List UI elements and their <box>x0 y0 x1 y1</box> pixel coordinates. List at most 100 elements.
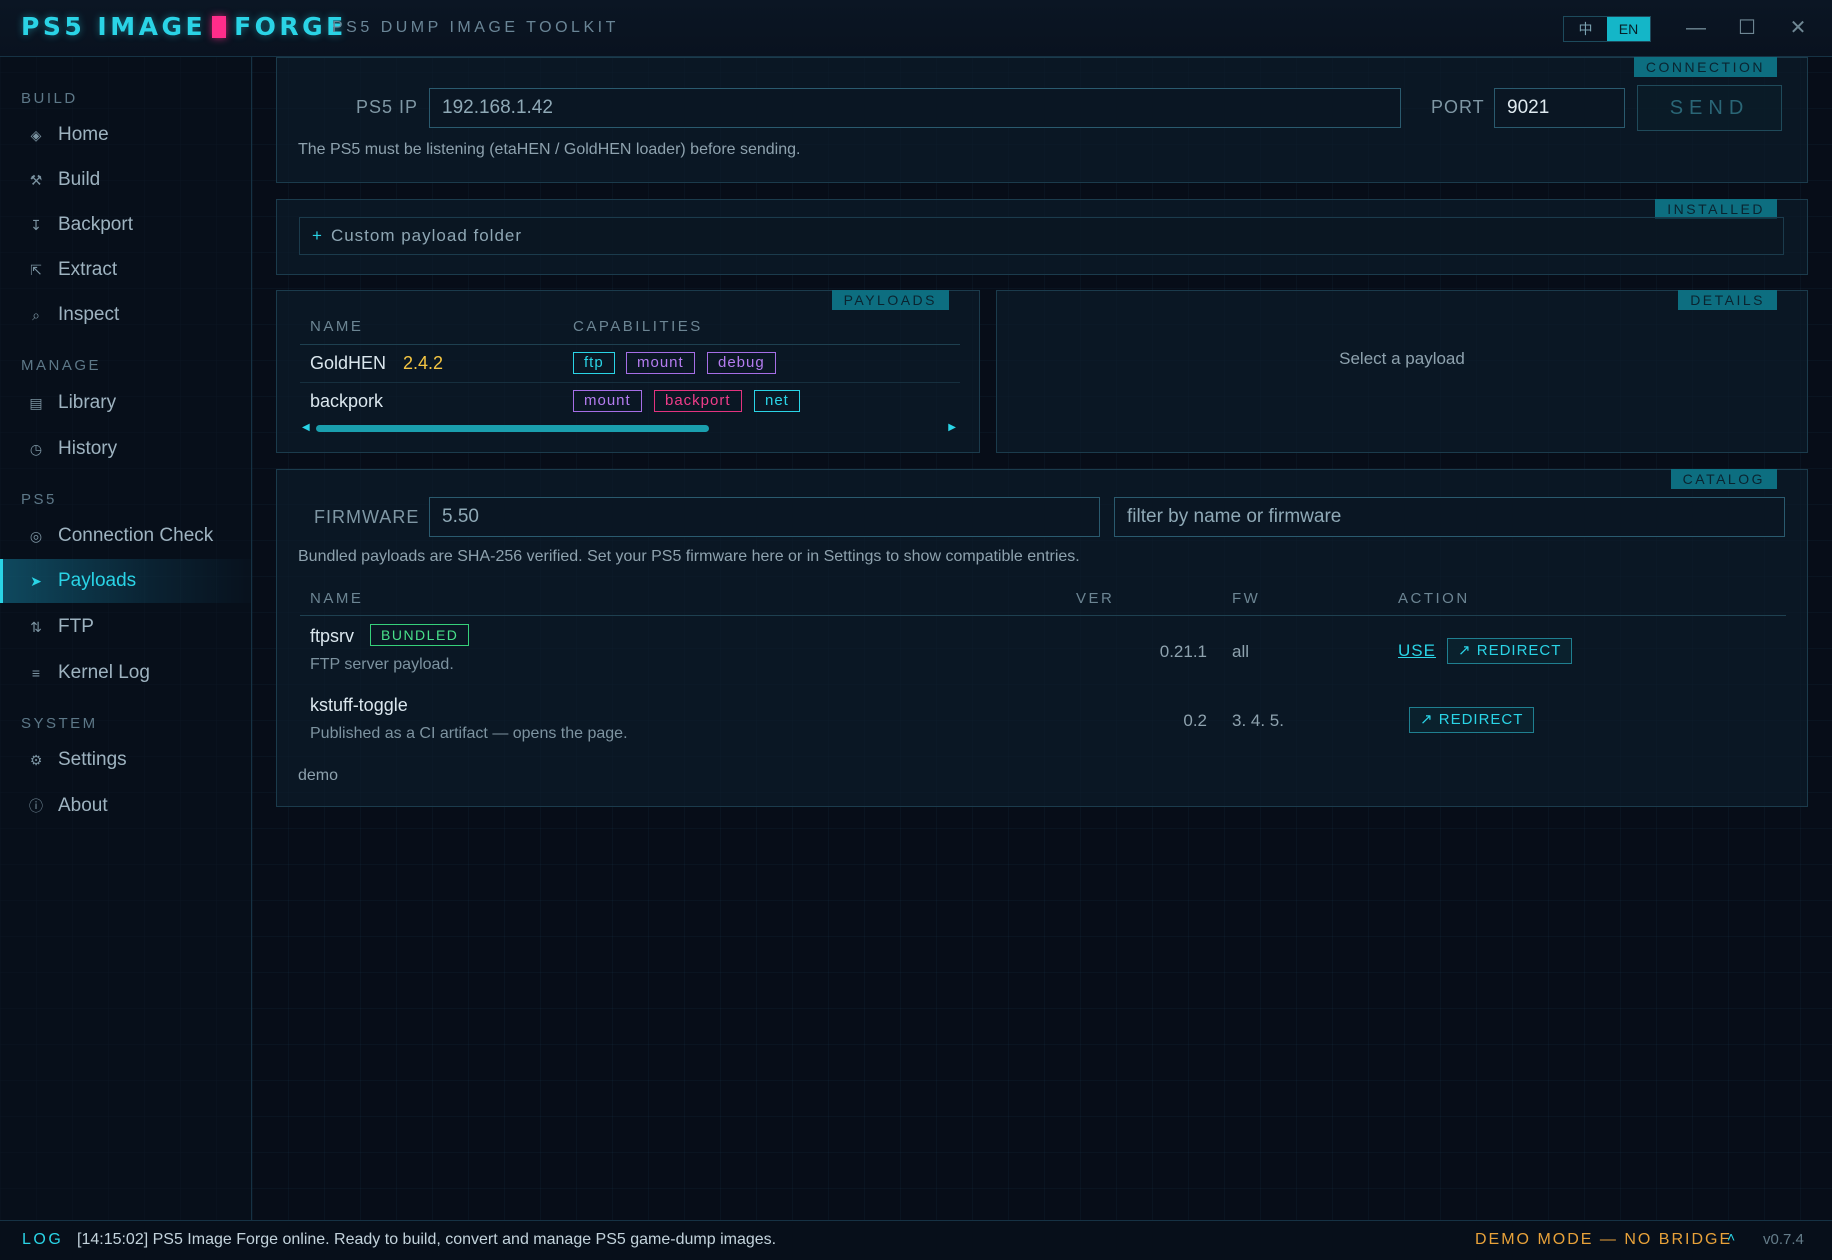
catalog-item-name: kstuff-toggle <box>310 695 408 715</box>
sidebar-item-label: About <box>58 795 108 816</box>
library-icon: ▤ <box>29 394 43 411</box>
sidebar-item-kernel-log[interactable]: ≡ Kernel Log <box>0 651 251 695</box>
ps5-ip-input[interactable]: 192.168.1.42 <box>429 88 1401 128</box>
payload-version: 2.4.2 <box>403 353 444 373</box>
sidebar-item-label: Extract <box>58 259 118 280</box>
ftp-icon: ⇅ <box>30 618 42 635</box>
expand-log-icon[interactable]: ˄ <box>1727 1229 1735 1245</box>
catalog-filter-input[interactable]: filter by name or firmware <box>1114 497 1785 537</box>
brand-text-right: FORGE <box>234 12 347 41</box>
history-icon: ◷ <box>29 440 43 457</box>
extract-icon: ⇱ <box>30 261 42 278</box>
catalog-col-ver: VER <box>1076 590 1115 607</box>
sidebar-item-build[interactable]: ⚒ Build <box>0 158 251 202</box>
inspect-icon: ⌕ <box>32 306 40 323</box>
sidebar-item-library[interactable]: ▤ Library <box>0 381 251 425</box>
capability-chip: mount <box>626 352 695 374</box>
redirect-button[interactable]: ↗ REDIRECT <box>1409 707 1535 733</box>
use-button[interactable]: USE <box>1398 641 1436 661</box>
catalog-col-name: NAME <box>310 590 364 607</box>
brand-text-left: PS5 IMAGE <box>21 12 207 41</box>
scroll-right-icon[interactable]: ▶ <box>948 422 956 433</box>
scroll-thumb[interactable] <box>316 425 709 432</box>
details-panel-tag: DETAILS <box>1678 290 1777 310</box>
language-toggle[interactable]: 中 EN <box>1563 16 1651 42</box>
connection-panel-tag: CONNECTION <box>1633 57 1777 77</box>
log-label: LOG <box>22 1231 64 1248</box>
home-icon: ◈ <box>30 126 42 143</box>
firmware-label: FIRMWARE <box>314 507 420 527</box>
minimize-icon[interactable]: — <box>1682 14 1710 42</box>
catalog-footer: demo <box>298 767 339 784</box>
redirect-button[interactable]: ↗ REDIRECT <box>1447 638 1573 664</box>
catalog-item-name: ftpsrv <box>310 626 355 646</box>
payloads-header-divider <box>300 344 960 345</box>
catalog-panel-tag: CATALOG <box>1670 469 1777 489</box>
sidebar-item-label: Build <box>58 169 101 190</box>
scroll-left-icon[interactable]: ◀ <box>302 422 310 433</box>
add-folder-label: Custom payload folder <box>330 226 523 245</box>
maximize-icon[interactable]: ☐ <box>1733 14 1761 42</box>
sidebar-item-home[interactable]: ◈ Home <box>0 113 251 157</box>
section-label-manage: MANAGE <box>21 357 102 374</box>
sidebar-item-settings[interactable]: ⚙ Settings <box>0 738 251 782</box>
plus-icon: + <box>312 226 323 245</box>
payload-name: backpork <box>310 391 384 411</box>
log-message: [14:15:02] PS5 Image Forge online. Ready… <box>77 1231 777 1248</box>
capability-chip: ftp <box>573 352 615 374</box>
sidebar-item-payloads[interactable]: ➤ Payloads <box>0 559 251 603</box>
installed-panel-tag: INSTALLED <box>1655 199 1777 219</box>
sidebar-item-inspect[interactable]: ⌕ Inspect <box>0 293 251 337</box>
lang-option-zh[interactable]: 中 <box>1564 17 1607 41</box>
capability-chip: net <box>754 390 800 412</box>
send-button[interactable]: SEND <box>1637 85 1782 131</box>
sidebar: BUILD ◈ Home ⚒ Build ↧ Backport ⇱ Extrac… <box>0 57 252 1220</box>
ps5-ip-label: PS5 IP <box>356 97 419 117</box>
row-divider <box>300 382 960 383</box>
sidebar-item-label: FTP <box>58 616 94 637</box>
settings-icon: ⚙ <box>29 751 43 768</box>
sidebar-item-backport[interactable]: ↧ Backport <box>0 203 251 247</box>
catalog-col-fw: FW <box>1232 590 1261 607</box>
sidebar-item-label: Connection Check <box>58 525 214 546</box>
capability-chip: debug <box>707 352 776 374</box>
sidebar-item-ftp[interactable]: ⇅ FTP <box>0 605 251 649</box>
bundled-badge: BUNDLED <box>370 624 470 646</box>
sidebar-item-label: Settings <box>58 749 127 770</box>
details-panel: DETAILS <box>996 290 1808 453</box>
close-icon[interactable]: ✕ <box>1784 14 1812 42</box>
sidebar-item-label: Backport <box>58 214 133 235</box>
section-label-system: SYSTEM <box>21 715 98 732</box>
status-bar: LOG [14:15:02] PS5 Image Forge online. R… <box>0 1220 1832 1260</box>
payloads-col-capabilities: CAPABILITIES <box>573 318 703 335</box>
payloads-panel-tag: PAYLOADS <box>831 290 949 310</box>
connection-hint: The PS5 must be listening (etaHEN / Gold… <box>298 141 801 158</box>
port-input[interactable]: 9021 <box>1494 88 1625 128</box>
sidebar-item-history[interactable]: ◷ History <box>0 427 251 471</box>
capability-chip: backport <box>654 390 742 412</box>
sidebar-item-connection-check[interactable]: ◎ Connection Check <box>0 514 251 558</box>
catalog-item-ver: 0.2 <box>1183 711 1207 730</box>
kernel-log-icon: ≡ <box>31 665 41 681</box>
catalog-hint: Bundled payloads are SHA-256 verified. S… <box>298 548 1080 565</box>
payload-name: GoldHEN <box>310 353 387 373</box>
lang-option-en[interactable]: EN <box>1607 17 1650 41</box>
title-bar: PS5 IMAGE FORGE PS5 DUMP IMAGE TOOLKIT 中… <box>0 0 1832 57</box>
sidebar-item-label: Payloads <box>58 570 137 591</box>
details-placeholder: Select a payload <box>1339 349 1465 368</box>
demo-mode-indicator: DEMO MODE — NO BRIDGE <box>1475 1231 1733 1248</box>
sidebar-item-label: History <box>58 438 118 459</box>
payloads-horizontal-scrollbar[interactable]: ◀ ▶ <box>300 422 958 434</box>
build-icon: ⚒ <box>29 171 43 188</box>
payloads-col-name: NAME <box>310 318 364 335</box>
firmware-input[interactable]: 5.50 <box>429 497 1100 537</box>
section-label-ps5: PS5 <box>21 491 57 508</box>
brand-mark-icon <box>212 15 227 38</box>
backport-icon: ↧ <box>30 216 42 233</box>
catalog-header-divider <box>300 615 1786 616</box>
sidebar-item-about[interactable]: ⓘ About <box>0 784 251 828</box>
add-custom-folder-button[interactable]: + Custom payload folder <box>299 217 1784 255</box>
capability-chip: mount <box>573 390 642 412</box>
sidebar-item-extract[interactable]: ⇱ Extract <box>0 248 251 292</box>
app-subtitle: PS5 DUMP IMAGE TOOLKIT <box>332 19 619 36</box>
